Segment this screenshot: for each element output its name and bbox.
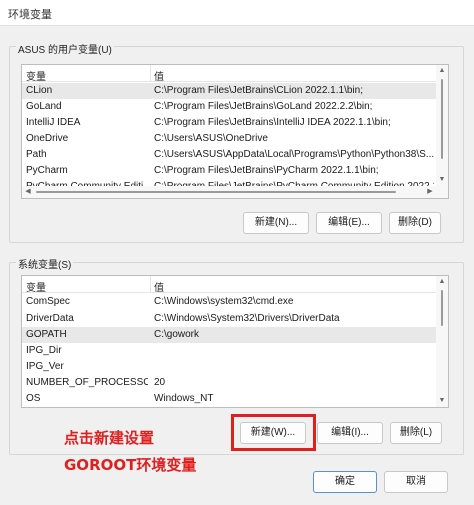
user-delete-button[interactable]: 删除(D) <box>389 212 441 234</box>
column-variable[interactable]: 变量 <box>26 68 46 83</box>
system-edit-button[interactable]: 编辑(I)... <box>317 422 383 444</box>
user-new-button[interactable]: 新建(N)... <box>243 212 309 234</box>
table-row[interactable]: DriverData C:\Windows\System32\Drivers\D… <box>22 311 436 327</box>
row-variable: NUMBER_OF_PROCESSORS <box>26 377 148 388</box>
row-variable: GOPATH <box>26 329 67 340</box>
row-variable: OneDrive <box>26 133 69 144</box>
column-value[interactable]: 值 <box>154 68 164 83</box>
row-value: Windows_NT <box>154 393 214 404</box>
system-vars-label: 系统变量(S) <box>16 256 74 271</box>
scroll-down-icon[interactable]: ▼ <box>436 395 448 407</box>
row-variable: DriverData <box>26 313 74 324</box>
row-variable: IPG_Dir <box>26 345 62 356</box>
row-variable: ComSpec <box>26 296 70 307</box>
column-variable[interactable]: 变量 <box>26 279 46 294</box>
table-row[interactable]: CLion C:\Program Files\JetBrains\CLion 2… <box>22 83 436 99</box>
system-vars-list[interactable]: 变量 值 ComSpec C:\Windows\system32\cmd.exe… <box>21 275 449 408</box>
row-variable: GoLand <box>26 101 62 112</box>
vertical-scrollbar[interactable]: ▲ ▼ <box>436 65 448 186</box>
table-row[interactable]: OneDrive C:\Users\ASUS\OneDrive <box>22 131 436 147</box>
row-value: C:\Program Files\JetBrains\IntelliJ IDEA… <box>154 117 391 128</box>
scroll-thumb[interactable] <box>441 290 443 326</box>
row-variable: Path <box>26 149 47 160</box>
row-value: C:\Program Files\JetBrains\PyCharm 2022.… <box>154 165 379 176</box>
scroll-up-icon[interactable]: ▲ <box>436 276 448 288</box>
user-edit-button[interactable]: 编辑(E)... <box>316 212 382 234</box>
row-variable: IntelliJ IDEA <box>26 117 81 128</box>
scroll-up-icon[interactable]: ▲ <box>436 65 448 77</box>
annotation-line-2: GOROOT环境变量 <box>64 456 197 474</box>
system-vars-header: 变量 值 <box>22 276 436 294</box>
scroll-left-icon[interactable]: ◀ <box>22 186 34 198</box>
column-value[interactable]: 值 <box>154 279 164 294</box>
user-vars-list[interactable]: 变量 值 CLion C:\Program Files\JetBrains\CL… <box>21 64 449 199</box>
row-value: C:\Users\ASUS\OneDrive <box>154 133 268 144</box>
column-separator[interactable] <box>150 65 151 82</box>
table-row[interactable]: IPG_Ver <box>22 359 436 375</box>
row-value: C:\Program Files\JetBrains\GoLand 2022.2… <box>154 101 373 112</box>
table-row[interactable]: Path C:\Users\ASUS\AppData\Local\Program… <box>22 147 436 163</box>
table-row[interactable]: OS Windows_NT <box>22 391 436 407</box>
horizontal-scrollbar[interactable]: ◀ ▶ <box>22 186 436 198</box>
table-row[interactable]: GOPATH C:\gowork <box>22 327 436 343</box>
table-row[interactable]: NUMBER_OF_PROCESSORS 20 <box>22 375 436 391</box>
table-row[interactable]: PyCharm C:\Program Files\JetBrains\PyCha… <box>22 163 436 179</box>
cancel-button[interactable]: 取消 <box>384 471 448 493</box>
scroll-down-icon[interactable]: ▼ <box>436 174 448 186</box>
user-vars-label: ASUS 的用户变量(U) <box>16 41 114 56</box>
annotation-line-1: 点击新建设置 <box>64 429 155 447</box>
row-variable: PyCharm <box>26 165 68 176</box>
table-row[interactable]: IntelliJ IDEA C:\Program Files\JetBrains… <box>22 115 436 131</box>
ok-button[interactable]: 确定 <box>313 471 377 493</box>
window-title: 环境变量 <box>8 9 52 21</box>
row-variable: OS <box>26 393 41 404</box>
row-variable: CLion <box>26 85 53 96</box>
row-value: C:\Program Files\JetBrains\CLion 2022.1.… <box>154 85 363 96</box>
system-delete-button[interactable]: 删除(L) <box>390 422 442 444</box>
row-value: C:\gowork <box>154 329 200 340</box>
table-row[interactable]: GoLand C:\Program Files\JetBrains\GoLand… <box>22 99 436 115</box>
title-bar: 环境变量 <box>0 0 474 26</box>
table-row[interactable]: IPG_Dir <box>22 343 436 359</box>
row-value: C:\Users\ASUS\AppData\Local\Programs\Pyt… <box>154 149 434 160</box>
scroll-thumb[interactable] <box>441 79 443 159</box>
column-separator[interactable] <box>150 276 151 293</box>
scroll-corner <box>436 186 448 198</box>
scroll-right-icon[interactable]: ▶ <box>424 186 436 198</box>
user-vars-header: 变量 值 <box>22 65 436 83</box>
vertical-scrollbar[interactable]: ▲ ▼ <box>436 276 448 407</box>
row-variable: IPG_Ver <box>26 361 64 372</box>
table-row[interactable]: ComSpec C:\Windows\system32\cmd.exe <box>22 294 436 310</box>
scroll-thumb[interactable] <box>36 191 396 193</box>
row-value: C:\Windows\system32\cmd.exe <box>154 296 294 307</box>
row-value: 20 <box>154 377 166 388</box>
system-new-button[interactable]: 新建(W)... <box>240 422 306 444</box>
row-value: C:\Windows\System32\Drivers\DriverData <box>154 313 340 324</box>
